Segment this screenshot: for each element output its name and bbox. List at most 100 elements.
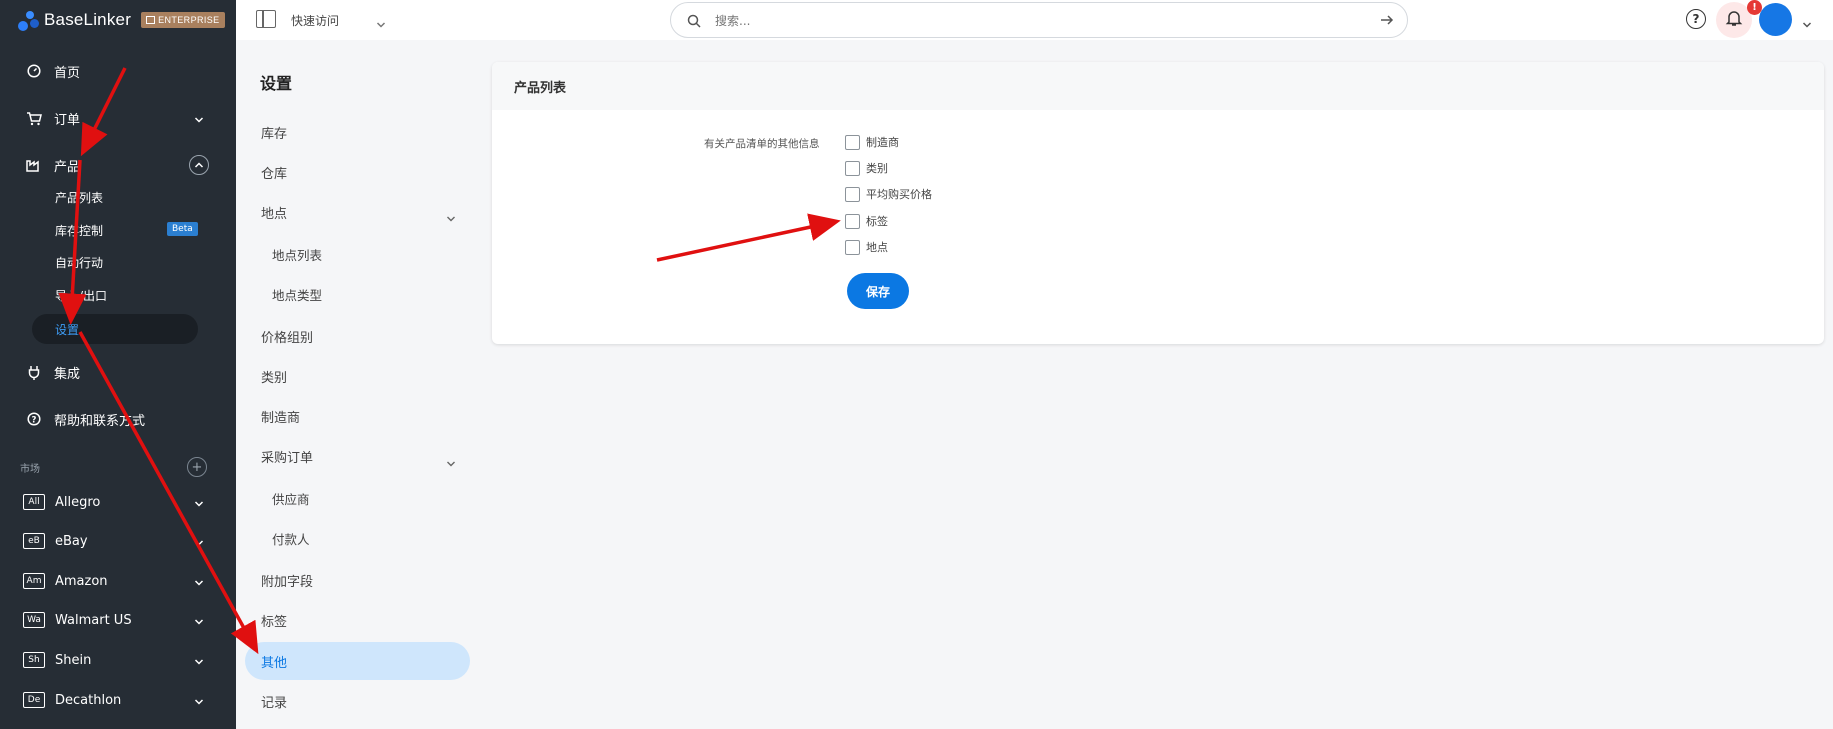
option-tags[interactable]: 标签 [845,212,888,230]
card-title: 产品列表 [492,62,1824,110]
chevron-down-icon[interactable] [1802,14,1812,33]
marketplace-abbr-badge: De [23,692,45,708]
plug-icon [26,364,42,380]
sidebar-item-integrations[interactable]: 集成 [0,358,236,386]
marketplace-label: Allegro [55,494,101,510]
building-icon [146,16,156,24]
settings-item-other[interactable]: 其他 [261,651,287,671]
help-circle-icon: ? [26,411,42,427]
sidebar-item-orders[interactable]: 订单 [0,104,236,132]
settings-item-location-types[interactable]: 地点类型 [272,284,322,304]
settings-item-warehouse[interactable]: 仓库 [261,162,287,182]
chevron-down-icon [194,113,204,128]
chevron-down-icon[interactable] [446,453,456,472]
beta-badge: Beta [167,222,198,236]
chevron-down-icon [194,576,204,591]
sub-item-automatic-actions[interactable]: 自动行动 [55,252,103,272]
bell-icon [1725,9,1743,31]
tags-checkbox[interactable] [845,213,860,229]
settings-item-extra-fields[interactable]: 附加字段 [261,570,313,590]
option-location[interactable]: 地点 [845,238,888,256]
settings-item-suppliers[interactable]: 供应商 [272,488,310,508]
search-input[interactable] [715,11,1355,31]
option-average-purchase-price[interactable]: 平均购买价格 [845,185,932,203]
manufacturer-checkbox[interactable] [845,134,860,150]
marketplace-abbr-badge: eB [23,533,45,549]
quick-access-menu[interactable]: 快速访问 [291,12,339,29]
settings-item-tags[interactable]: 标签 [261,610,287,630]
sidebar-item-label: 产品 [54,159,81,175]
location-checkbox[interactable] [845,239,860,255]
average-purchase-price-checkbox[interactable] [845,186,860,202]
settings-item-inventory[interactable]: 库存 [261,122,287,142]
baselinker-logo-icon [16,7,40,33]
top-bar: 快速访问 ? ! [236,0,1833,40]
settings-item-location-list[interactable]: 地点列表 [272,244,322,264]
chevron-down-icon [194,615,204,630]
main-sidebar: BaseLinker ENTERPRISE 首页 订单 产品 产品列表 库存控制… [0,0,236,729]
marketplace-decathlon[interactable]: De Decathlon [0,687,236,713]
sub-item-settings[interactable]: 设置 [55,319,79,339]
svg-text:?: ? [32,415,37,425]
marketplace-abbr-badge: All [23,494,45,510]
sub-item-product-list[interactable]: 产品列表 [55,187,103,207]
chevron-down-icon[interactable] [376,14,386,33]
search-icon [687,13,701,32]
settings-item-purchase-orders[interactable]: 采购订单 [261,446,313,466]
settings-title: 设置 [260,74,293,93]
sidebar-item-label: 集成 [54,366,81,382]
product-list-settings-card: 产品列表 有关产品清单的其他信息 制造商 类别 平均购买价格 标签 地点 保存 [492,62,1824,344]
additional-info-label: 有关产品清单的其他信息 [704,138,820,150]
factory-icon [26,157,42,173]
sidebar-item-label: 首页 [54,65,81,81]
marketplace-allegro[interactable]: All Allegro [0,489,236,515]
category-checkbox[interactable] [845,160,860,176]
option-category[interactable]: 类别 [845,159,888,177]
marketplace-amazon[interactable]: Am Amazon [0,568,236,594]
sub-item-import-export[interactable]: 导入/出口 [55,285,107,305]
chevron-down-icon [194,536,204,551]
sub-item-inventory-control[interactable]: 库存控制 [55,220,103,240]
chevron-up-icon[interactable] [189,155,209,175]
cart-icon [26,110,42,126]
save-button[interactable]: 保存 [847,273,909,309]
marketplace-shein[interactable]: Sh Shein [0,647,236,673]
add-marketplace-plus-icon[interactable]: + [187,457,207,477]
marketplaces-section-label: 市场 [20,464,40,475]
settings-item-price-groups[interactable]: 价格组别 [261,326,313,346]
marketplace-abbr-badge: Am [23,573,45,589]
arrow-right-icon[interactable] [1379,12,1395,32]
marketplace-abbr-badge: Wa [23,612,45,628]
settings-item-manufacturers[interactable]: 制造商 [261,406,300,426]
settings-item-logs[interactable]: 记录 [261,691,287,711]
marketplace-label: eBay [55,533,88,549]
marketplace-label: Amazon [55,573,108,589]
settings-item-categories[interactable]: 类别 [261,366,287,386]
help-icon[interactable]: ? [1686,9,1706,29]
marketplace-ebay[interactable]: eB eBay [0,528,236,554]
marketplace-abbr-badge: Sh [23,652,45,668]
avatar[interactable] [1759,3,1792,36]
toggle-sidebar-icon[interactable] [256,10,276,28]
option-manufacturer[interactable]: 制造商 [845,133,899,151]
marketplace-label: Walmart US [55,612,132,628]
enterprise-badge: ENTERPRISE [141,12,225,28]
brand-name: BaseLinker [44,10,132,29]
marketplace-walmart-us[interactable]: Wa Walmart US [0,607,236,633]
sidebar-item-help[interactable]: ? 帮助和联系方式 [0,405,236,433]
chevron-down-icon [194,497,204,512]
settings-item-locations[interactable]: 地点 [261,202,287,222]
marketplace-label: Decathlon [55,692,122,708]
chevron-down-icon [194,655,204,670]
chevron-down-icon[interactable] [446,208,456,227]
chevron-down-icon [194,695,204,710]
settings-item-payers[interactable]: 付款人 [272,528,310,548]
sidebar-item-label: 帮助和联系方式 [54,413,146,429]
sidebar-item-products[interactable]: 产品 [0,151,236,179]
sidebar-item-home[interactable]: 首页 [0,57,236,85]
brand-logo[interactable]: BaseLinker ENTERPRISE [0,0,236,40]
dashboard-icon [26,63,42,79]
global-search[interactable] [670,2,1408,38]
sidebar-item-label: 订单 [54,112,81,128]
marketplace-label: Shein [55,652,92,668]
